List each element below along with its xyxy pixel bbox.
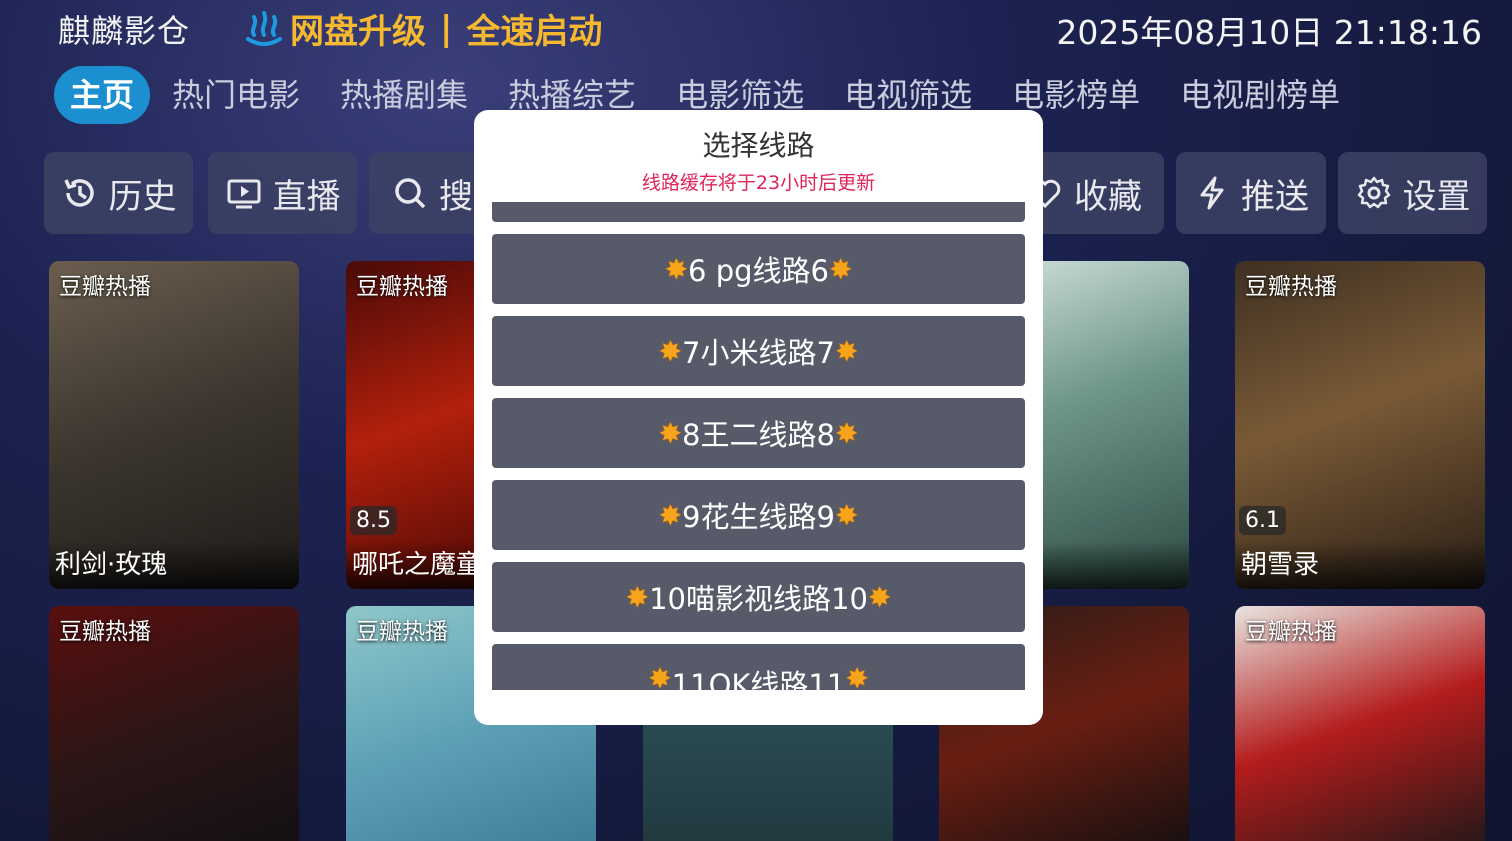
route-item[interactable]: ✸ 10喵影视线路10 ✸ bbox=[492, 562, 1025, 632]
media-card[interactable]: 豆瓣热播 利剑·玫瑰 bbox=[49, 261, 299, 589]
card-tag: 豆瓣热播 bbox=[59, 274, 151, 300]
star-icon: ✸ bbox=[658, 416, 683, 450]
card-title: 朝雪录 bbox=[1235, 541, 1485, 589]
history-label: 历史 bbox=[108, 176, 177, 217]
promo-left-text: 网盘升级 bbox=[290, 12, 426, 52]
push-button[interactable]: 推送 bbox=[1176, 152, 1326, 234]
tab-hot-series[interactable]: 热播剧集 bbox=[340, 66, 468, 124]
star-icon: ✸ bbox=[845, 662, 869, 690]
card-tag: 豆瓣热播 bbox=[356, 274, 448, 300]
route-label: 11OK线路11 bbox=[671, 668, 846, 690]
star-icon: ✸ bbox=[625, 580, 650, 614]
route-item[interactable]: ✸ 11OK线路11 ✸ bbox=[492, 644, 1025, 690]
favorites-label: 收藏 bbox=[1074, 176, 1142, 217]
tab-home[interactable]: 主页 bbox=[54, 66, 151, 124]
route-item-partial[interactable] bbox=[492, 202, 1025, 222]
star-icon: ✸ bbox=[834, 416, 859, 450]
route-select-dialog: 选择线路 线路缓存将于23小时后更新 ✸ 6 pg线路6 ✸ ✸ 7小米线路7 ✸ ✸ 8… bbox=[474, 110, 1043, 725]
gear-icon bbox=[1357, 176, 1390, 209]
datetime-clock: 2025年08月10日 21:18:16 bbox=[1056, 13, 1482, 52]
push-label: 推送 bbox=[1241, 176, 1309, 217]
card-score: 8.5 bbox=[350, 506, 397, 535]
card-tag: 豆瓣热播 bbox=[1245, 619, 1337, 645]
history-button[interactable]: 历史 bbox=[44, 152, 193, 234]
media-card[interactable]: 豆瓣热播 bbox=[49, 606, 299, 841]
card-tag: 豆瓣热播 bbox=[356, 619, 448, 645]
settings-button[interactable]: 设置 bbox=[1338, 152, 1487, 234]
tab-hot-movies[interactable]: 热门电影 bbox=[172, 66, 300, 124]
route-item[interactable]: ✸ 7小米线路7 ✸ bbox=[492, 316, 1025, 386]
promo-banner: 网盘升级 | 全速启动 bbox=[244, 4, 602, 53]
history-icon bbox=[63, 179, 94, 207]
route-label: 10喵影视线路10 bbox=[649, 582, 868, 616]
route-label: 6 pg线路6 bbox=[688, 254, 829, 288]
route-item[interactable]: ✸ 6 pg线路6 ✸ bbox=[492, 234, 1025, 304]
settings-label: 设置 bbox=[1402, 176, 1471, 217]
lightning-icon bbox=[1200, 176, 1224, 210]
live-label: 直播 bbox=[272, 176, 341, 217]
promo-right-text: 全速启动 bbox=[466, 12, 603, 52]
live-button[interactable]: 直播 bbox=[208, 152, 357, 234]
star-icon: ✸ bbox=[658, 334, 683, 368]
dialog-subtitle: 线路缓存将于23小时后更新 bbox=[641, 172, 876, 194]
flame-icon bbox=[246, 10, 282, 46]
tab-tv-ranking[interactable]: 电视剧榜单 bbox=[1180, 66, 1340, 124]
star-icon: ✸ bbox=[828, 252, 853, 286]
star-icon: ✸ bbox=[664, 252, 689, 286]
card-title: 利剑·玫瑰 bbox=[49, 541, 299, 589]
media-card[interactable]: 豆瓣热播 bbox=[1235, 606, 1485, 841]
tv-play-icon bbox=[227, 179, 260, 209]
star-icon: ✸ bbox=[834, 334, 859, 368]
search-icon bbox=[395, 178, 426, 209]
media-card[interactable]: 豆瓣热播 6.1 朝雪录 bbox=[1235, 261, 1485, 589]
route-label: 9花生线路9 bbox=[682, 500, 835, 534]
promo-separator: | bbox=[440, 8, 453, 49]
route-label: 8王二线路8 bbox=[682, 418, 835, 452]
app-title: 麒麟影仓 bbox=[58, 12, 191, 50]
dialog-title: 选择线路 bbox=[702, 129, 815, 162]
route-item[interactable]: ✸ 9花生线路9 ✸ bbox=[492, 480, 1025, 550]
star-icon: ✸ bbox=[658, 498, 683, 532]
star-icon: ✸ bbox=[834, 498, 859, 532]
card-tag: 豆瓣热播 bbox=[59, 619, 151, 645]
star-icon: ✸ bbox=[648, 662, 672, 690]
route-label: 7小米线路7 bbox=[682, 336, 835, 370]
card-tag: 豆瓣热播 bbox=[1245, 274, 1337, 300]
route-list[interactable]: ✸ 6 pg线路6 ✸ ✸ 7小米线路7 ✸ ✸ 8王二线路8 ✸ ✸ 9花生线路9 ✸ ✸ 10… bbox=[492, 202, 1025, 690]
card-score: 6.1 bbox=[1239, 506, 1286, 535]
route-item[interactable]: ✸ 8王二线路8 ✸ bbox=[492, 398, 1025, 468]
star-icon: ✸ bbox=[867, 580, 892, 614]
